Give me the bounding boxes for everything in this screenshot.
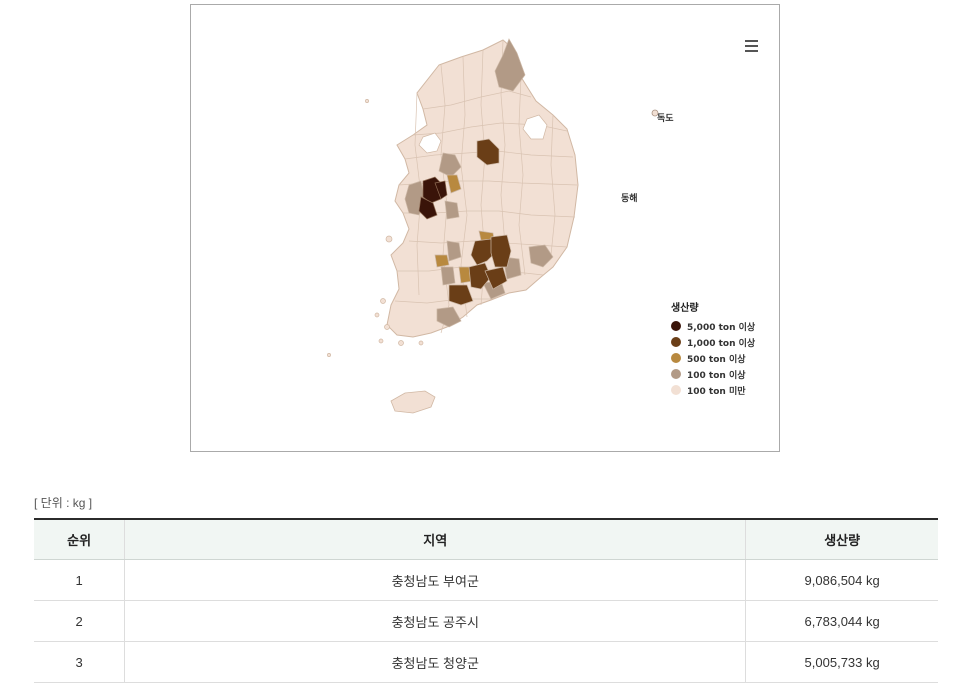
legend-swatch bbox=[671, 337, 681, 347]
legend-item[interactable]: 1,000 ton 이상 bbox=[671, 334, 755, 350]
header-region: 지역 bbox=[124, 518, 746, 560]
table-row: 2 충청남도 공주시 6,783,044 kg bbox=[34, 600, 938, 642]
cell-amount: 9,086,504 kg bbox=[745, 559, 938, 601]
unit-note: [ 단위 : kg ] bbox=[34, 496, 93, 510]
legend-swatch bbox=[671, 321, 681, 331]
legend-title: 생산량 bbox=[671, 303, 699, 314]
cell-amount: 6,783,044 kg bbox=[745, 600, 938, 642]
production-map: 독도 동해 생산량 5,000 ton 이상 1,000 ton 이상 500 … bbox=[190, 4, 780, 452]
cell-rank: 2 bbox=[34, 600, 125, 642]
legend-swatch bbox=[671, 369, 681, 379]
east-sea-label: 동해 bbox=[621, 194, 638, 204]
cell-rank: 1 bbox=[34, 559, 125, 601]
cell-rank: 3 bbox=[34, 641, 125, 683]
legend-label: 100 ton 미만 bbox=[687, 386, 746, 397]
legend-label: 1,000 ton 이상 bbox=[687, 338, 756, 349]
legend-item[interactable]: 500 ton 이상 bbox=[671, 350, 755, 366]
header-rank: 순위 bbox=[34, 518, 125, 560]
legend-item[interactable]: 5,000 ton 이상 bbox=[671, 318, 755, 334]
cell-region: 충청남도 공주시 bbox=[124, 600, 746, 642]
dokdo-label: 독도 bbox=[657, 114, 674, 124]
legend-swatch bbox=[671, 385, 681, 395]
table-row: 1 충청남도 부여군 9,086,504 kg bbox=[34, 559, 938, 601]
legend-label: 100 ton 이상 bbox=[687, 370, 746, 381]
legend-label: 500 ton 이상 bbox=[687, 354, 746, 365]
jeju-island bbox=[390, 390, 436, 414]
production-ranking-table: 순위 지역 생산량 1 충청남도 부여군 9,086,504 kg 2 충청남도… bbox=[34, 518, 938, 683]
header-amount: 생산량 bbox=[745, 518, 938, 560]
legend-label: 5,000 ton 이상 bbox=[687, 322, 756, 333]
map-legend: 생산량 5,000 ton 이상 1,000 ton 이상 500 ton 이상… bbox=[671, 299, 755, 398]
legend-swatch bbox=[671, 353, 681, 363]
table-row: 3 충청남도 청양군 5,005,733 kg bbox=[34, 641, 938, 683]
chart-menu-button[interactable] bbox=[741, 37, 761, 55]
cell-amount: 5,005,733 kg bbox=[745, 641, 938, 683]
table-header-row: 순위 지역 생산량 bbox=[34, 518, 938, 560]
cell-region: 충청남도 부여군 bbox=[124, 559, 746, 601]
legend-item[interactable]: 100 ton 이상 bbox=[671, 366, 755, 382]
cell-region: 충청남도 청양군 bbox=[124, 641, 746, 683]
legend-item[interactable]: 100 ton 미만 bbox=[671, 382, 755, 398]
